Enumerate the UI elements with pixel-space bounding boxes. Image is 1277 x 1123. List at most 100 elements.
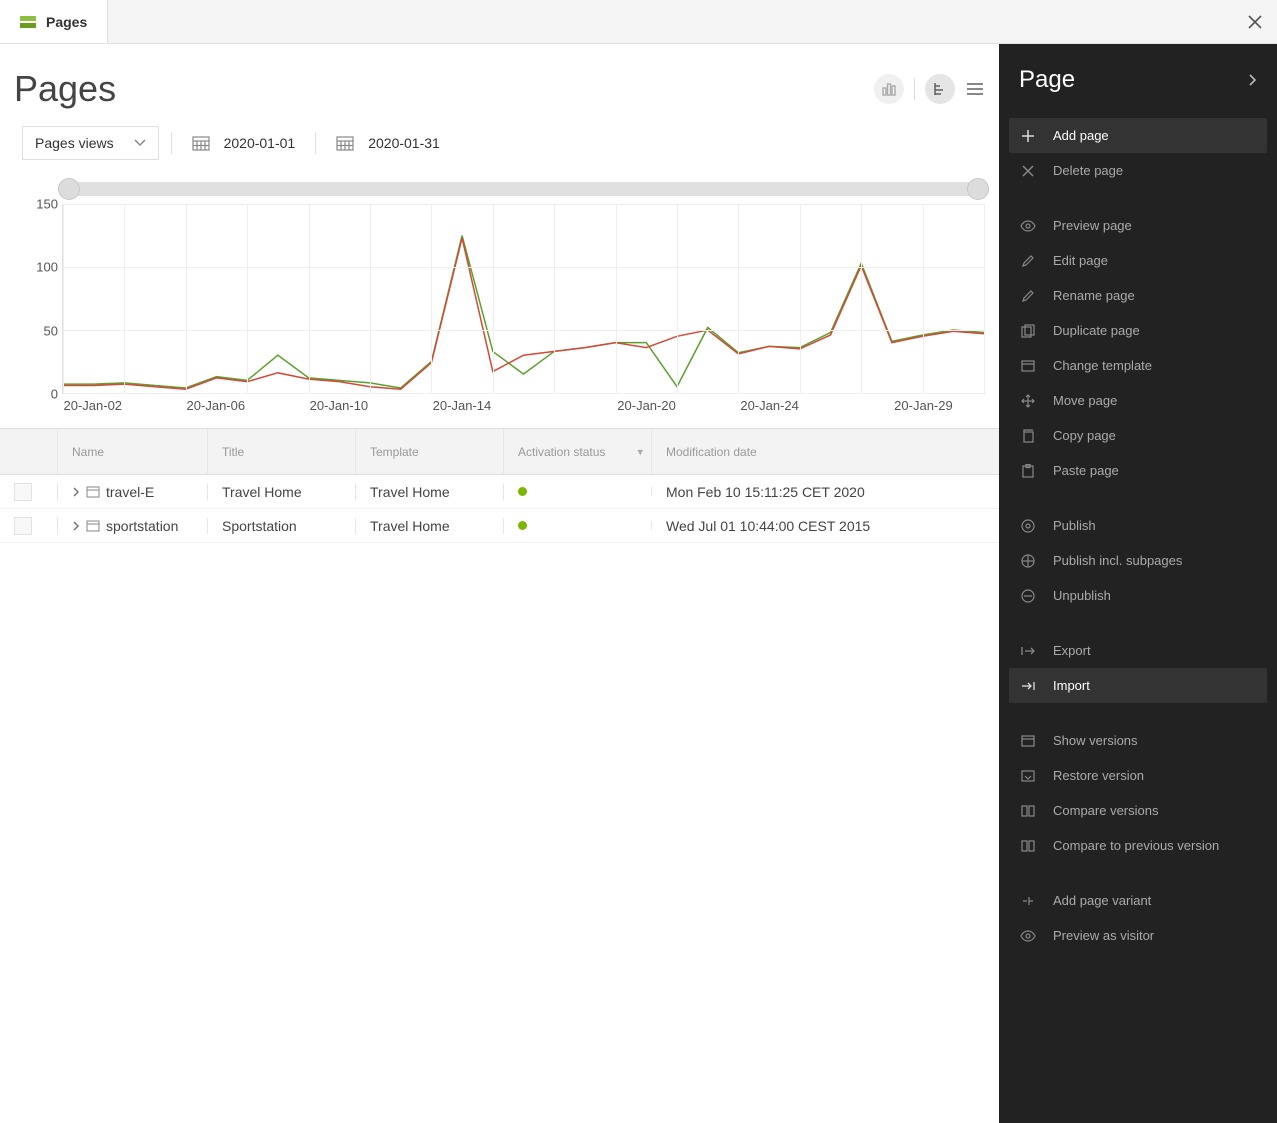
table-header-check [0,429,58,474]
row-template: Travel Home [356,518,504,534]
row-modified: Wed Jul 01 10:44:00 CEST 2015 [652,518,999,534]
row-expander[interactable] [72,487,80,497]
unpublish-icon [1019,589,1037,603]
action-add-variant[interactable]: Add page variant [1009,883,1267,918]
view-controls-divider [914,78,915,100]
table-row[interactable]: sportstation SportstationTravel Home Wed J… [0,509,999,543]
action-show-versions[interactable]: Show versions [1009,723,1267,758]
action-label: Publish incl. subpages [1053,553,1182,568]
action-preview-visitor[interactable]: Preview as visitor [1009,918,1267,953]
action-label: Copy page [1053,428,1116,443]
action-label: Preview page [1053,218,1132,233]
restore-icon [1019,770,1037,782]
table-header-title[interactable] [208,429,356,474]
tree-view-button[interactable] [925,74,955,104]
table-header-template[interactable] [356,429,504,474]
tab-label: Pages [46,14,87,30]
row-name-label: sportstation [106,518,178,534]
table-header-activation[interactable]: ▾ [504,429,652,474]
action-label: Compare versions [1053,803,1159,818]
action-add-page[interactable]: Add page [1009,118,1267,153]
x-axis-tick: 20-Jan-06 [187,398,246,413]
action-label: Paste page [1053,463,1119,478]
action-export[interactable]: Export [1009,633,1267,668]
action-label: Restore version [1053,768,1144,783]
x-axis-tick: 20-Jan-29 [894,398,953,413]
action-change-template[interactable]: Change template [1009,348,1267,383]
move-icon [1019,394,1037,408]
action-unpublish[interactable]: Unpublish [1009,578,1267,613]
action-label: Unpublish [1053,588,1111,603]
action-label: Add page variant [1053,893,1151,908]
range-slider-handle-end[interactable] [967,178,989,200]
table-row[interactable]: travel-ETravel HomeTravel HomeMon Feb 10… [0,475,999,509]
publish-icon [1019,519,1037,533]
view-controls [874,74,985,104]
column-modification-filter[interactable] [666,445,985,459]
row-activation [504,521,652,530]
chevron-down-icon [134,139,146,147]
action-publish[interactable]: Publish [1009,508,1267,543]
action-label: Change template [1053,358,1152,373]
column-template-filter[interactable] [370,445,489,459]
x-axis-tick: 20-Jan-24 [740,398,799,413]
action-compare-versions[interactable]: Compare versions [1009,793,1267,828]
x-axis-tick: 20-Jan-02 [63,398,122,413]
date-start-picker[interactable]: 2020-01-01 [184,126,304,160]
row-expander[interactable] [72,521,80,531]
duplicate-icon [1019,324,1037,338]
table-header-name[interactable] [58,429,208,474]
panel-title: Page [1019,66,1075,94]
action-delete-page[interactable]: Delete page [1009,153,1267,188]
action-move-page[interactable]: Move page [1009,383,1267,418]
panel-collapse-button[interactable] [1247,73,1257,87]
column-name-filter[interactable] [72,445,193,459]
chevron-down-icon: ▾ [637,445,643,458]
action-label: Move page [1053,393,1117,408]
table-header-modification[interactable] [652,429,999,474]
import-icon [1019,680,1037,692]
date-end-value: 2020-01-31 [368,135,440,151]
action-duplicate-page[interactable]: Duplicate page [1009,313,1267,348]
action-import[interactable]: Import [1009,668,1267,703]
action-label: Export [1053,643,1091,658]
pencil-icon [1019,254,1037,268]
row-title: Sportstation [208,518,356,534]
action-copy-page[interactable]: Copy page [1009,418,1267,453]
action-paste-page[interactable]: Paste page [1009,453,1267,488]
tab-pages[interactable]: Pages [0,0,108,43]
action-rename-page[interactable]: Rename page [1009,278,1267,313]
range-slider-handle-start[interactable] [58,178,80,200]
row-checkbox[interactable] [14,483,32,501]
list-view-button[interactable] [965,79,985,99]
chart-series-green [63,236,984,388]
action-edit-page[interactable]: Edit page [1009,243,1267,278]
close-icon [1019,165,1037,177]
action-preview-page[interactable]: Preview page [1009,208,1267,243]
side-panel: Page Add page Delete page Preview page [999,44,1277,1123]
metric-select[interactable]: Pages views [22,126,159,160]
row-checkbox[interactable] [14,517,32,535]
clipboard-icon [1019,464,1037,478]
column-title-filter[interactable] [222,445,341,459]
date-end-picker[interactable]: 2020-01-31 [328,126,448,160]
main-content: Pages [0,44,999,1123]
action-publish-subpages[interactable]: Publish incl. subpages [1009,543,1267,578]
calendar-icon [336,135,354,151]
bar-chart-view-button[interactable] [874,74,904,104]
chart-area: 20-Jan-0220-Jan-0620-Jan-1020-Jan-1420-J… [22,182,985,422]
y-axis-tick: 150 [36,197,58,212]
variant-icon [1019,894,1037,908]
action-compare-previous[interactable]: Compare to previous version [1009,828,1267,863]
filter-separator [315,132,316,154]
calendar-icon [192,135,210,151]
pages-app-icon [20,16,36,28]
eye-icon [1019,220,1037,232]
tab-bar: Pages [0,0,1277,44]
status-dot-active [518,521,527,530]
column-activation-filter[interactable] [518,445,637,459]
tab-close-button[interactable] [1243,10,1267,34]
action-restore-version[interactable]: Restore version [1009,758,1267,793]
range-slider-track[interactable] [62,182,985,196]
action-label: Rename page [1053,288,1135,303]
